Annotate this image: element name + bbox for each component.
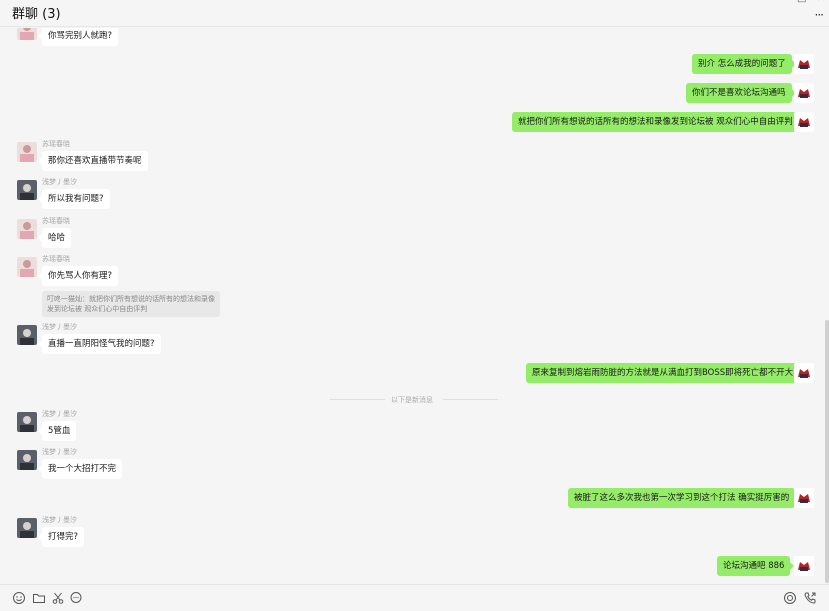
message-bubble[interactable]: 我一个大招打不完 [37,459,123,479]
avatar-sender-b[interactable] [17,450,37,470]
message-bubble[interactable]: 直播一直阴阳怪气我的问题? [38,334,161,354]
emoji-icon[interactable] [12,591,26,605]
minimize-button[interactable]: ─ [760,0,766,4]
sender-name: 浅梦丿墨汐 [42,323,77,331]
divider-line [443,399,498,400]
maximize-button[interactable]: □ [797,0,806,4]
sender-name: 浅梦丿墨汐 [42,178,77,186]
message-bubble[interactable]: 5管血 [37,421,77,441]
message-bubble[interactable]: 你先骂人你有理? [37,266,119,286]
avatar-self[interactable] [794,112,814,132]
sender-name: 浅梦丿墨汐 [42,410,77,418]
avatar-sender-b[interactable] [17,518,37,538]
avatar-sender-a[interactable] [17,219,37,239]
more-options-button[interactable]: ··· [815,8,825,22]
message-bubble-self[interactable]: 原来复制到熔岩雨防脏的方法就是从满血打到BOSS即将死亡都不开大 [526,363,804,383]
quoted-message[interactable]: 叮咚一猫灿：就把你们所有想说的话所有的想法和录像 发到论坛被 观众们心中自由评判 [42,291,220,317]
avatar-self[interactable] [794,54,814,74]
avatar-sender-a[interactable] [17,28,37,40]
message-bubble[interactable]: 哈哈 [37,228,72,248]
avatar-sender-a[interactable] [17,142,37,162]
video-call-icon[interactable] [803,591,817,605]
message-bubble-self[interactable]: 被脏了这么多次我也第一次学习到这个打法 确实挺厉害的 [568,488,800,508]
message-bubble-self[interactable]: 就把你们所有想说的话所有的想法和录像发到论坛被 观众们心中自由评判 [512,112,803,132]
sender-name: 浅梦丿墨汐 [42,448,77,456]
message-bubble-self[interactable]: 你们不是喜欢论坛沟通吗 [686,83,796,103]
message-bubble[interactable]: 所以我有问题? [38,189,110,209]
scissors-icon[interactable] [51,591,65,605]
message-bubble[interactable]: 那你还喜欢直播带节奏呢 [38,151,148,171]
avatar-sender-b[interactable] [17,180,37,200]
folder-icon[interactable] [32,591,46,605]
sender-name: 苏瑶春晓 [42,140,70,148]
avatar-sender-b[interactable] [17,412,37,432]
avatar-self[interactable] [794,83,814,103]
chat-bubble-icon[interactable] [69,591,83,605]
divider-line [330,399,385,400]
sender-name: 苏瑶春晓 [42,255,70,263]
message-bubble-self[interactable]: 论坛沟通吧 886 [717,556,795,576]
avatar-self[interactable] [794,556,814,576]
quote-line: 叮咚一猫灿：就把你们所有想说的话所有的想法和录像 [47,295,215,303]
input-toolbar [0,584,829,611]
new-messages-divider: 以下是新消息 [391,396,433,404]
close-button[interactable]: ✕ [817,0,825,4]
avatar-self[interactable] [794,363,814,383]
message-list[interactable]: 你骂完别人就跑? 别介 怎么成我的问题了 你们不是喜欢论坛沟通吗 就把你们所有想… [0,28,829,583]
message-bubble[interactable]: 打得完? [37,527,85,547]
sender-name: 苏瑶春晓 [42,217,70,225]
message-bubble-self[interactable]: 别介 怎么成我的问题了 [692,54,796,74]
avatar-self[interactable] [794,488,814,508]
sender-name: 浅梦丿墨汐 [42,516,77,524]
avatar-sender-a[interactable] [17,257,37,277]
message-bubble[interactable]: 你骂完别人就跑? [37,28,119,46]
title-bar: 群聊 (3) ─ □ ✕ ··· [0,0,829,27]
chat-title: 群聊 (3) [12,7,61,22]
quote-line: 发到论坛被 观众们心中自由评判 [47,305,148,313]
avatar-sender-b[interactable] [17,325,37,345]
scrollbar[interactable] [825,320,829,583]
voice-call-icon[interactable] [783,591,797,605]
